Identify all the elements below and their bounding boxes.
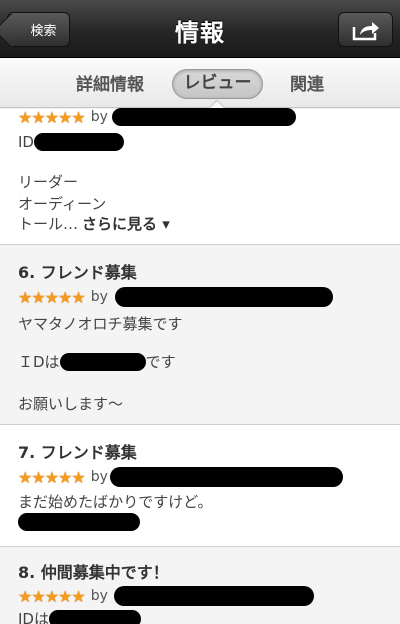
see-more-link[interactable]: さらに見る ▾ [82,213,170,234]
review-text: トール… [18,215,79,233]
redacted-id [59,352,146,371]
review-item[interactable]: ★★★★★ by ID リーダー オーディーン トール… さらに見る ▾ [0,107,400,245]
redacted-username [114,287,333,307]
review-title: 7. フレンド募集 [18,443,137,462]
review-item[interactable]: 6. フレンド募集 ★★★★★ by ヤマタノオロチ募集です ＩDは です お願… [0,245,400,425]
review-text: です [145,353,176,371]
star-rating: ★★★★★ [18,287,86,307]
segmented-control: 詳細情報 レビュー 関連 [0,58,400,117]
rating-row: ★★★★★ by [18,107,296,127]
review-line [18,513,140,531]
star-rating: ★★★★★ [18,586,86,606]
review-item[interactable]: 8. 仲間募集中です！ ★★★★★ by IDは [0,547,400,624]
by-label: by [90,109,108,125]
review-line: リーダー [18,173,79,191]
redacted-text [18,513,140,531]
review-line: IDは [18,608,141,624]
by-label: by [90,588,108,604]
review-line: お願いします〜 [18,395,124,413]
review-text: ID [18,133,34,151]
rating-row: ★★★★★ by [18,287,333,307]
redacted-id [48,609,141,624]
redacted-username [113,586,314,606]
review-title: 6. フレンド募集 [18,263,137,282]
rating-row: ★★★★★ by [18,586,314,606]
redacted-id [33,133,124,151]
share-button[interactable] [338,12,393,47]
review-text: IDは [18,610,49,624]
review-line: オーディーン [18,195,107,213]
star-rating: ★★★★★ [18,467,86,487]
star-rating: ★★★★★ [18,107,86,127]
review-text: ＩDは [18,353,60,371]
review-line: まだ始めたばかりですけど。 [18,493,213,511]
review-line: ID [18,133,124,151]
back-button-label: 検索 [30,24,57,39]
redacted-username [111,108,296,126]
review-line: ヤマタノオロチ募集です [18,315,183,333]
review-item[interactable]: 7. フレンド募集 ★★★★★ by まだ始めたばかりですけど。 [0,425,400,547]
tab-reviews[interactable]: レビュー [172,69,263,99]
share-icon [352,21,379,40]
redacted-username [109,467,343,487]
nav-bar: 検索 情報 [0,0,400,58]
tab-related[interactable]: 関連 [290,70,324,95]
tab-details[interactable]: 詳細情報 [76,70,144,95]
by-label: by [90,289,108,305]
rating-row: ★★★★★ by [18,467,343,487]
review-line: ＩDは です [18,351,176,372]
review-line: トール… さらに見る ▾ [18,213,170,234]
review-title: 8. 仲間募集中です！ [18,563,169,582]
by-label: by [90,469,108,485]
